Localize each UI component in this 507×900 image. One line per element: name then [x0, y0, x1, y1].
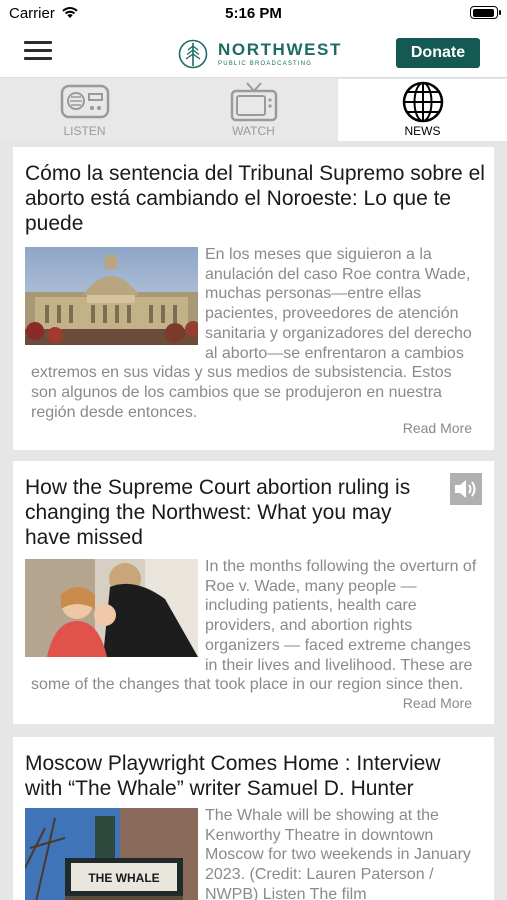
- radio-icon: [60, 84, 109, 119]
- article-card[interactable]: How the Supreme Court abortion ruling is…: [13, 461, 494, 724]
- globe-icon: [402, 81, 443, 123]
- menu-line-icon: [24, 57, 52, 60]
- article-title[interactable]: How the Supreme Court abortion ruling is…: [25, 475, 437, 550]
- tab-label: LISTEN: [63, 124, 106, 138]
- battery-icon: [470, 6, 501, 19]
- tab-label: NEWS: [404, 124, 441, 138]
- status-bar: Carrier 5:16 PM: [0, 0, 507, 28]
- article-summary: En los meses que siguieron a la anulació…: [25, 245, 477, 422]
- article-title[interactable]: Cómo la sentencia del Tribunal Supremo s…: [25, 161, 485, 236]
- capitol-building-image[interactable]: [25, 247, 198, 345]
- family-photo-image[interactable]: [25, 559, 198, 657]
- app-header: NORTHWEST PUBLIC BROADCASTING Donate: [0, 28, 507, 78]
- theatre-marquee-image[interactable]: THE WHALE: [25, 808, 198, 900]
- read-more-link[interactable]: Read More: [403, 420, 472, 436]
- article-summary-text: The Whale will be showing at the Kenwort…: [205, 807, 471, 900]
- menu-line-icon: [24, 41, 52, 44]
- hamburger-menu-button[interactable]: [24, 41, 52, 65]
- tab-news[interactable]: NEWS: [338, 79, 507, 141]
- article-title[interactable]: Moscow Playwright Comes Home : Interview…: [25, 751, 480, 801]
- logo-name: NORTHWEST: [218, 39, 342, 59]
- section-tabs: LISTEN WATCH NEWS: [0, 79, 507, 141]
- logo-subtitle: PUBLIC BROADCASTING: [218, 60, 313, 67]
- status-time: 5:16 PM: [225, 5, 282, 22]
- tab-listen[interactable]: LISTEN: [0, 79, 169, 141]
- article-summary: In the months following the overturn of …: [25, 557, 477, 695]
- read-more-link[interactable]: Read More: [403, 695, 472, 711]
- speaker-icon[interactable]: [450, 473, 482, 505]
- marquee-text: THE WHALE: [88, 871, 159, 885]
- tree-logo-icon: [178, 39, 208, 69]
- article-card[interactable]: Cómo la sentencia del Tribunal Supremo s…: [13, 147, 494, 450]
- article-card[interactable]: Moscow Playwright Comes Home : Interview…: [13, 737, 494, 900]
- tab-watch[interactable]: WATCH: [169, 79, 338, 141]
- article-summary: THE WHALE The Whale will be showing at t…: [25, 806, 477, 900]
- nwpb-logo[interactable]: NORTHWEST PUBLIC BROADCASTING: [178, 38, 342, 70]
- donate-button[interactable]: Donate: [396, 38, 480, 68]
- tab-label: WATCH: [232, 124, 275, 138]
- tv-icon: [230, 82, 277, 122]
- menu-line-icon: [24, 49, 52, 52]
- news-feed[interactable]: Cómo la sentencia del Tribunal Supremo s…: [0, 141, 507, 900]
